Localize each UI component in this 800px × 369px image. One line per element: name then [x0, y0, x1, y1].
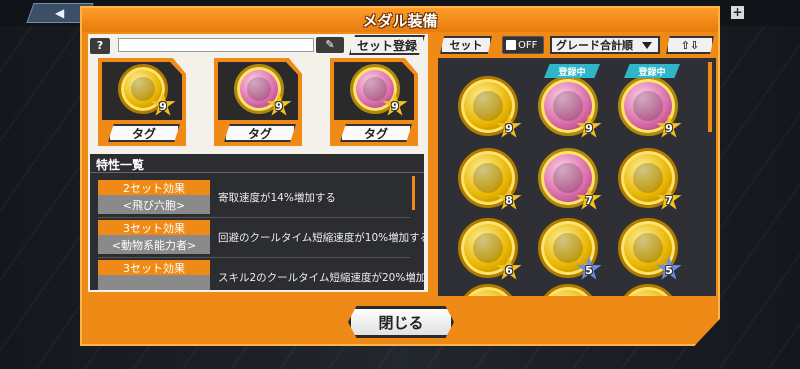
equip-slot[interactable]: 9 タグ [330, 58, 418, 146]
medal-portrait [472, 162, 504, 194]
medal-portrait [552, 162, 584, 194]
filter-toggle-label: OFF [518, 39, 538, 51]
trait-set-type [98, 275, 210, 290]
medal-portrait [632, 232, 664, 264]
equip-slot[interactable]: 9 タグ [214, 58, 302, 146]
sort-order-button[interactable]: ⇧⇩ [666, 36, 714, 54]
trait-set-tag: 2セット効果 <飛び六胞> [98, 180, 210, 214]
close-button[interactable]: 閉じる [348, 306, 454, 338]
divider [98, 257, 410, 258]
medal-portrait [472, 232, 504, 264]
help-button[interactable]: ? [90, 38, 110, 54]
filter-toggle[interactable]: OFF [502, 36, 544, 54]
add-button[interactable]: + [731, 6, 744, 19]
divider [98, 217, 410, 218]
medal [458, 284, 518, 296]
trait-set-tag: 3セット効果 [98, 260, 210, 290]
filter-icon [506, 40, 516, 50]
medal-portrait [246, 76, 272, 102]
medal-portrait [632, 162, 664, 194]
medal [618, 284, 678, 296]
medal-portrait [130, 76, 156, 102]
trait-description: 寄取速度が14%増加する [218, 192, 336, 204]
medal-portrait [632, 90, 664, 122]
trait-row: 3セット効果 <動物系能力者> 回避のクールタイム短縮速度が10%増加する [98, 220, 424, 258]
traits-scrollbar[interactable] [412, 176, 415, 210]
equipped-badge: 登録中 [624, 64, 680, 78]
trait-description: 回避のクールタイム短縮速度が10%増加する [218, 232, 424, 244]
tag-button[interactable]: タグ [340, 124, 412, 142]
equip-slot[interactable]: 9 タグ [98, 58, 186, 146]
trait-set-tag: 3セット効果 <動物系能力者> [98, 220, 210, 254]
pencil-icon[interactable]: ✎ [316, 37, 344, 53]
trait-row: 2セット効果 <飛び六胞> 寄取速度が14%増加する [98, 180, 410, 218]
chevron-down-icon [642, 42, 652, 49]
medal-portrait [362, 76, 388, 102]
set-name-field[interactable] [118, 38, 314, 52]
tag-button[interactable]: タグ [108, 124, 180, 142]
medal-inventory: 9 9 登録中 9 登録中 8 7 7 6 5 5 [438, 58, 716, 296]
set-register-button[interactable]: セット登録 [349, 35, 425, 55]
set-filter-button[interactable]: セット [440, 36, 492, 54]
equipped-badge: 登録中 [544, 64, 600, 78]
trait-set-count: 3セット効果 [98, 260, 210, 275]
trait-set-count: 2セット効果 [98, 180, 210, 195]
trait-description: スキル2のクールタイム短縮速度が20%増加する [218, 272, 424, 284]
medal [538, 284, 598, 296]
dialog-title: メダル装備 [362, 11, 438, 30]
back-arrow-icon: ◀ [55, 6, 65, 20]
trait-set-type: <動物系能力者> [98, 235, 210, 254]
trait-row: 3セット効果 スキル2のクールタイム短縮速度が20%増加する [98, 260, 424, 290]
medal-portrait [552, 90, 584, 122]
tag-button[interactable]: タグ [224, 124, 296, 142]
sort-select[interactable]: グレード合計順 [550, 36, 660, 54]
divider [90, 172, 424, 173]
medal-portrait [552, 232, 584, 264]
sort-select-label: グレード合計順 [556, 39, 633, 52]
traits-title: 特性一覧 [96, 158, 145, 172]
medal-portrait [472, 90, 504, 122]
trait-set-type: <飛び六胞> [98, 195, 210, 214]
trait-set-count: 3セット効果 [98, 220, 210, 235]
dialog-title-bar: メダル装備 [82, 8, 718, 32]
traits-list: 特性一覧 2セット効果 <飛び六胞> 寄取速度が14%増加する 3セット効果 <… [90, 154, 424, 290]
inventory-scrollbar[interactable] [708, 62, 712, 132]
